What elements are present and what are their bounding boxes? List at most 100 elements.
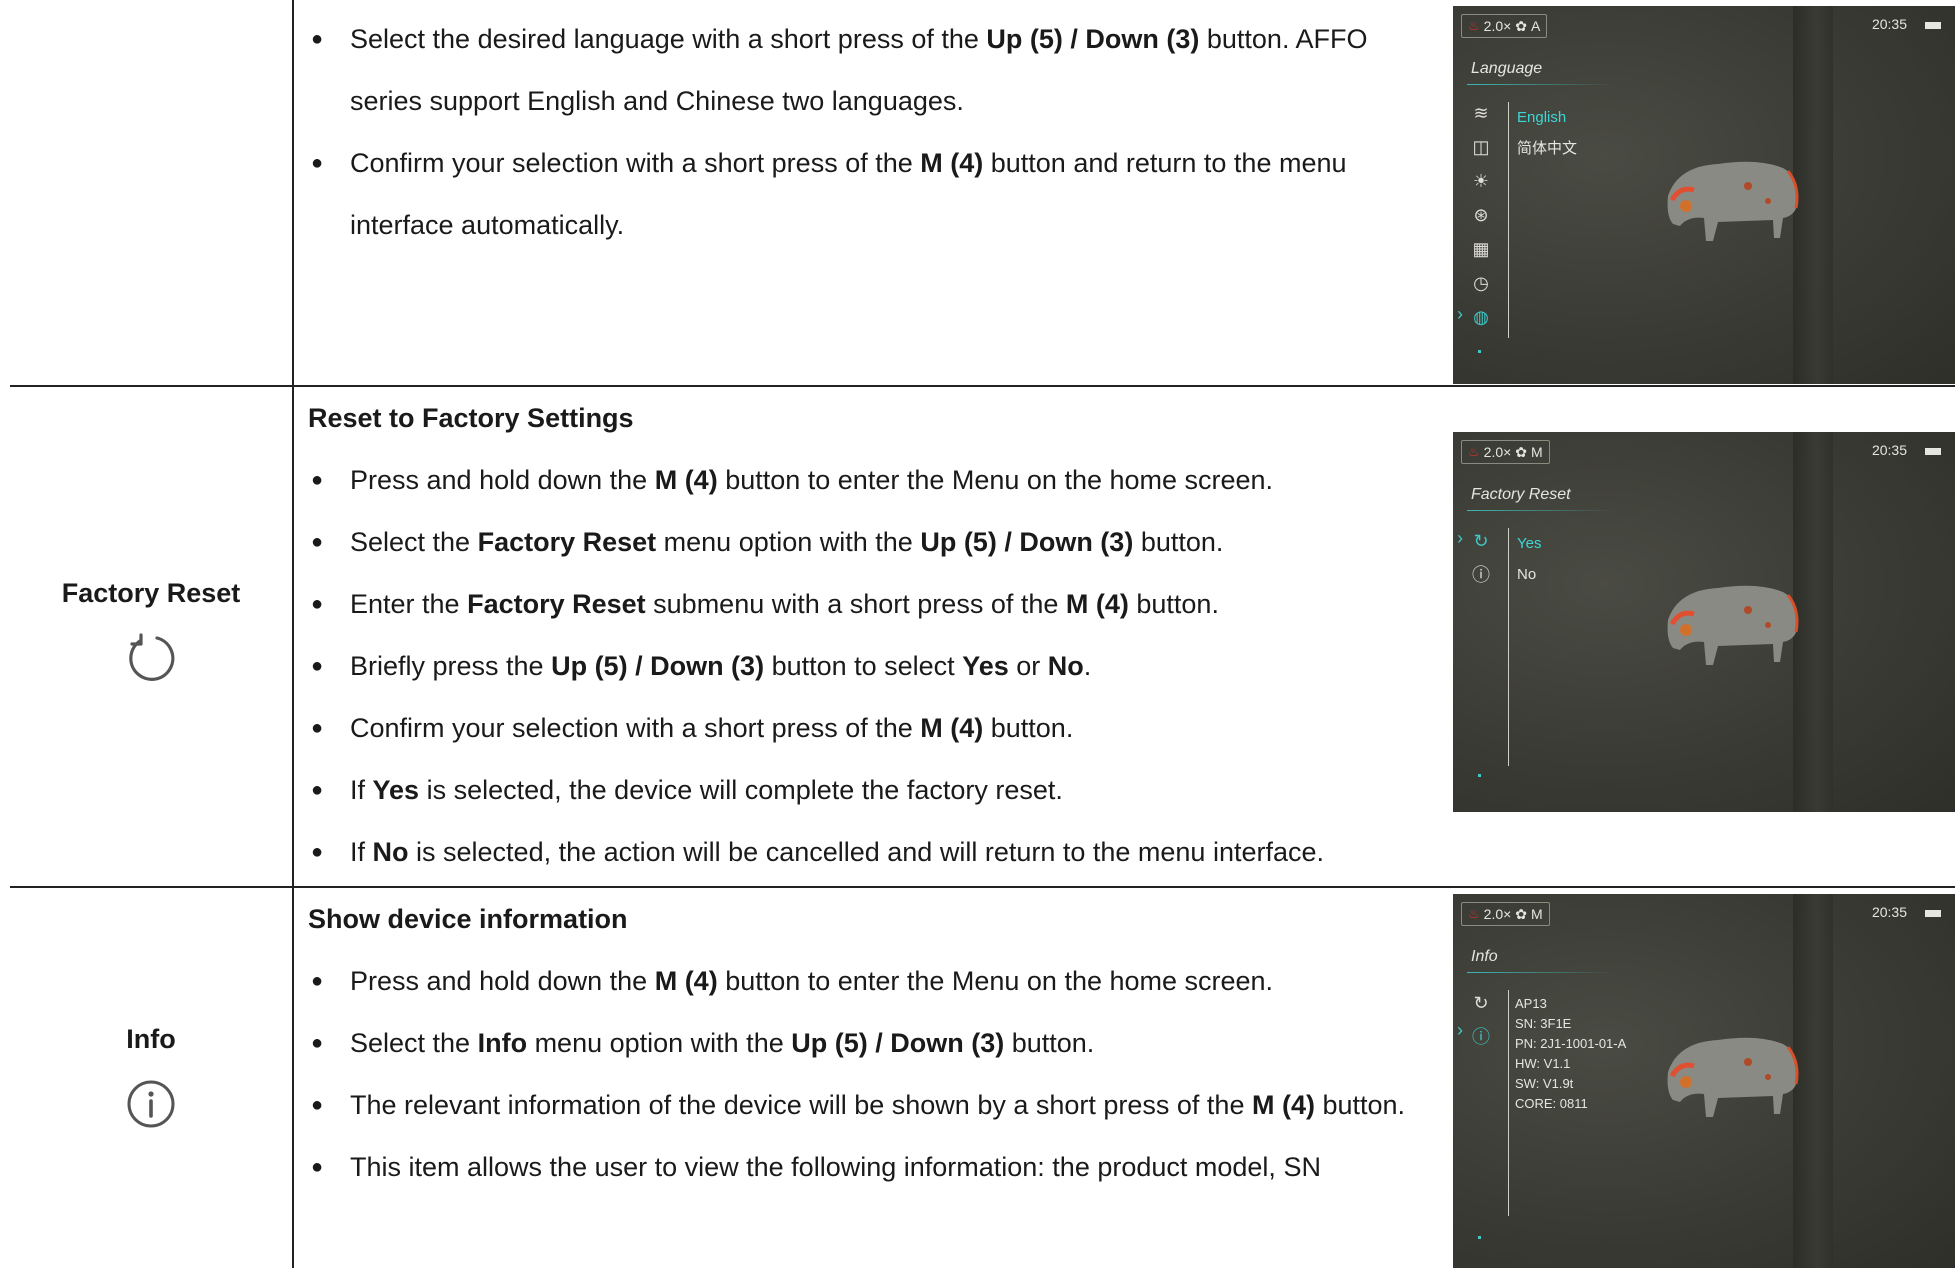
- boar-thermal-image: [1667, 585, 1799, 665]
- menu-scroll-line: [1508, 102, 1509, 338]
- bullet-text: Factory Reset: [477, 527, 657, 557]
- bullet-text: Select the: [350, 1028, 478, 1058]
- info-icon: [127, 1080, 175, 1128]
- wifi-icon[interactable]: ≋: [1469, 96, 1493, 130]
- menu-title-underline: [1467, 84, 1617, 85]
- bullet-text: Up (5) / Down (3): [920, 527, 1134, 557]
- bullet-text: menu option with the: [527, 1028, 792, 1058]
- reset-icon[interactable]: ↻: [1469, 986, 1493, 1020]
- selector-chevron-icon: ›: [1457, 304, 1463, 324]
- info-pn: PN: 2J1-1001-01-A: [1515, 1036, 1627, 1051]
- flame-icon: ♨: [1468, 444, 1480, 459]
- menu-title-underline: [1467, 972, 1617, 973]
- bullet-item: Select the Factory Reset menu option wit…: [308, 511, 1438, 573]
- bullet-item: Enter the Factory Reset submenu with a s…: [308, 573, 1438, 635]
- menu-scroll-line: [1508, 990, 1509, 1216]
- bullet-item: Select the desired language with a short…: [308, 8, 1438, 132]
- option-english[interactable]: English: [1517, 102, 1577, 133]
- clock-icon[interactable]: ◷: [1469, 266, 1493, 300]
- menu-title: Language: [1471, 60, 1543, 77]
- device-info-list: AP13 SN: 3F1E PN: 2J1-1001-01-A HW: V1.1…: [1515, 994, 1626, 1114]
- bullet-text: The relevant information of the device w…: [350, 1090, 1252, 1120]
- info-sw: SW: V1.9t: [1515, 1076, 1574, 1091]
- gear-icon: ✿: [1515, 906, 1528, 922]
- status-badge: ♨ 2.0× ✿ A: [1461, 14, 1548, 38]
- calendar-icon[interactable]: ▦: [1469, 232, 1493, 266]
- selector-chevron-icon: ›: [1457, 1020, 1463, 1040]
- bullet-text: Press and hold down the: [350, 465, 655, 495]
- bullet-text: Info: [477, 1028, 528, 1058]
- bullet-text: Up (5) / Down (3): [791, 1028, 1005, 1058]
- info-model: AP13: [1515, 996, 1547, 1011]
- bullet-text: .: [1083, 651, 1092, 681]
- bullet-text: Select the: [350, 527, 478, 557]
- menu-icon-column: ↻ ⓘ: [1469, 986, 1493, 1054]
- mode-label: A: [1531, 18, 1541, 34]
- bullet-text: Yes: [372, 775, 420, 805]
- bullet-text: button.: [1133, 527, 1224, 557]
- info-core: CORE: 0811: [1515, 1096, 1588, 1111]
- menu-title: Info: [1471, 948, 1498, 965]
- bullet-item: Press and hold down the M (4) button to …: [308, 950, 1438, 1012]
- status-badge: ♨ 2.0× ✿ M: [1461, 440, 1550, 464]
- bullet-item: Confirm your selection with a short pres…: [308, 697, 1438, 759]
- language-bullets: Select the desired language with a short…: [308, 8, 1438, 256]
- bullet-text: M (4): [654, 465, 718, 495]
- storage-icon[interactable]: ◫: [1469, 130, 1493, 164]
- bullet-text: Briefly press the: [350, 651, 552, 681]
- info-sn: SN: 3F1E: [1515, 1016, 1572, 1031]
- bullet-text: Confirm your selection with a short pres…: [350, 148, 921, 178]
- option-chinese[interactable]: 简体中文: [1517, 133, 1577, 164]
- bullet-text: button to enter the Menu on the home scr…: [717, 465, 1274, 495]
- zoom-level: 2.0×: [1483, 444, 1512, 460]
- page-dot: [1478, 1236, 1481, 1239]
- bullet-text: If: [350, 837, 373, 867]
- clock-time: 20:35: [1871, 16, 1907, 32]
- bullet-text: M (4): [654, 966, 718, 996]
- bullet-text: Up (5) / Down (3): [986, 24, 1200, 54]
- mode-label: M: [1531, 906, 1543, 922]
- brightness-icon[interactable]: ☀: [1469, 164, 1493, 198]
- option-no[interactable]: No: [1517, 559, 1541, 590]
- bullet-text: menu option with the: [656, 527, 921, 557]
- bullet-text: If: [350, 775, 373, 805]
- menu-icon-column: ≋ ◫ ☀ ⊛ ▦ ◷ ◍: [1469, 96, 1493, 334]
- status-badge: ♨ 2.0× ✿ M: [1461, 902, 1550, 926]
- reset-options: Yes No: [1517, 528, 1541, 590]
- bullet-item: The relevant information of the device w…: [308, 1074, 1438, 1136]
- battery-icon: [1925, 448, 1941, 455]
- column-divider: [292, 0, 294, 1268]
- option-yes[interactable]: Yes: [1517, 528, 1541, 559]
- menu-icon-column: ↻ ⓘ: [1469, 524, 1493, 592]
- gear-icon: ✿: [1515, 18, 1528, 34]
- bullet-text: button.: [983, 713, 1074, 743]
- bullet-text: Enter the: [350, 589, 468, 619]
- info-hw: HW: V1.1: [1515, 1056, 1571, 1071]
- factory-reset-label: Factory Reset: [61, 578, 241, 608]
- info-icon[interactable]: ⓘ: [1469, 558, 1493, 592]
- menu-title: Factory Reset: [1471, 486, 1571, 503]
- bullet-text: is selected, the device will complete th…: [419, 775, 1063, 805]
- palette-icon[interactable]: ⊛: [1469, 198, 1493, 232]
- info-text: Show device information Press and hold d…: [308, 888, 1438, 1198]
- bullet-text: M (4): [1065, 589, 1129, 619]
- info-icon[interactable]: ⓘ: [1469, 1020, 1493, 1054]
- zoom-level: 2.0×: [1483, 18, 1512, 34]
- factory-reset-heading: Reset to Factory Settings: [308, 403, 634, 433]
- bullet-text: Confirm your selection with a short pres…: [350, 713, 921, 743]
- bullet-text: Select the desired language with a short…: [350, 24, 987, 54]
- bullet-text: or: [1008, 651, 1048, 681]
- bullet-item: Confirm your selection with a short pres…: [308, 132, 1438, 256]
- gear-icon: ✿: [1515, 444, 1528, 460]
- bullet-text: submenu with a short press of the: [645, 589, 1066, 619]
- factory-reset-text: Reset to Factory Settings Press and hold…: [308, 387, 1438, 883]
- language-text: Select the desired language with a short…: [308, 8, 1438, 256]
- bullet-text: Factory Reset: [467, 589, 646, 619]
- battery-icon: [1925, 22, 1941, 29]
- bullet-text: button to enter the Menu on the home scr…: [717, 966, 1274, 996]
- flame-icon: ♨: [1468, 906, 1480, 921]
- globe-icon[interactable]: ◍: [1469, 300, 1493, 334]
- bullet-text: button.: [1004, 1028, 1095, 1058]
- bullet-text: Up (5) / Down (3): [551, 651, 765, 681]
- reset-icon[interactable]: ↻: [1469, 524, 1493, 558]
